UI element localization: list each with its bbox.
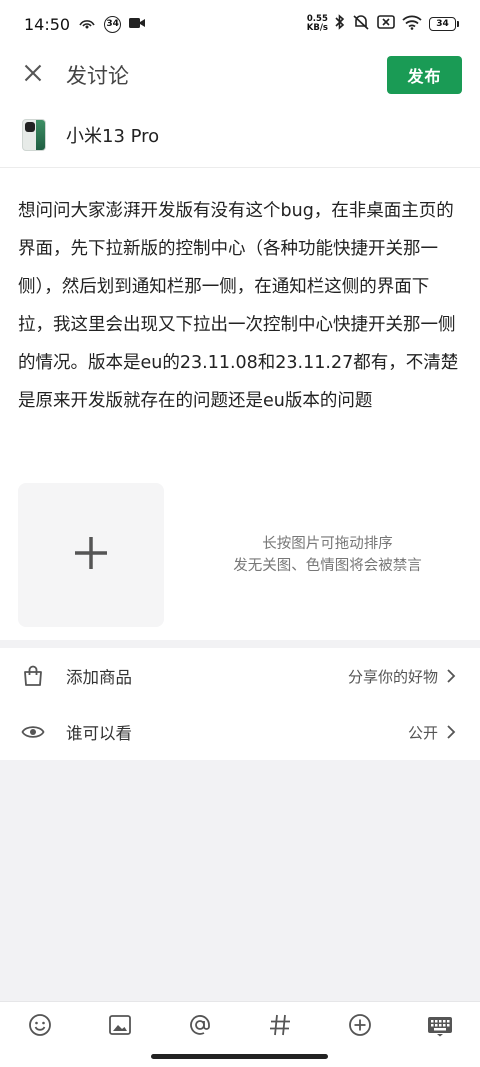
post-options: 添加商品 分享你的好物 谁可以看 公开 xyxy=(0,648,480,760)
video-icon xyxy=(129,15,146,33)
status-time: 14:50 xyxy=(24,14,71,34)
image-icon xyxy=(109,1015,131,1039)
close-button[interactable] xyxy=(18,60,48,90)
eye-icon xyxy=(20,719,46,745)
visibility-row[interactable]: 谁可以看 公开 xyxy=(0,704,480,760)
emoji-button[interactable] xyxy=(25,1012,55,1042)
mute-icon xyxy=(352,14,370,34)
chevron-right-icon xyxy=(446,669,458,683)
add-image-button[interactable] xyxy=(18,483,164,627)
image-hint-line1: 长按图片可拖动排序 xyxy=(262,536,393,552)
no-sim-icon xyxy=(377,15,395,33)
page-title: 发讨论 xyxy=(66,64,129,88)
visibility-value: 公开 xyxy=(407,723,438,742)
hashtag-icon xyxy=(269,1014,291,1040)
status-bar: 14:50 34 0.55 KB/s 34 xyxy=(0,0,480,48)
add-product-label: 添加商品 xyxy=(66,668,132,687)
publish-button[interactable]: 发布 xyxy=(387,56,462,94)
chevron-right-icon xyxy=(446,725,458,739)
add-product-value: 分享你的好物 xyxy=(347,667,438,686)
device-name: 小米13 Pro xyxy=(66,125,160,147)
wifi-icon xyxy=(402,15,422,34)
device-thumbnail xyxy=(22,118,46,151)
close-icon xyxy=(24,64,42,86)
battery-indicator: 34 xyxy=(429,17,459,31)
header: 发讨论 发布 xyxy=(0,48,480,102)
hashtag-button[interactable] xyxy=(265,1012,295,1042)
device-tag-row[interactable]: 小米13 Pro xyxy=(0,102,480,168)
image-upload-hint: 长按图片可拖动排序 发无关图、色情图将会被禁言 xyxy=(190,533,465,577)
post-body-text[interactable]: 想问问大家澎湃开发版有没有这个bug，在非桌面主页的界面，先下拉新版的控制中心（… xyxy=(18,192,464,420)
more-button[interactable] xyxy=(345,1012,375,1042)
image-button[interactable] xyxy=(105,1012,135,1042)
keyboard-button[interactable] xyxy=(425,1012,455,1042)
emoji-icon xyxy=(28,1013,52,1041)
plus-icon xyxy=(73,535,109,575)
image-hint-line2: 发无关图、色情图将会被禁言 xyxy=(233,558,422,574)
hotspot-icon xyxy=(78,15,96,33)
network-speed-unit: KB/s xyxy=(306,23,328,33)
home-indicator[interactable] xyxy=(151,1054,328,1059)
add-circle-icon xyxy=(348,1013,372,1041)
notification-badge: 34 xyxy=(104,15,122,33)
mention-button[interactable] xyxy=(185,1012,215,1042)
post-content-area: 想问问大家澎湃开发版有没有这个bug，在非桌面主页的界面，先下拉新版的控制中心（… xyxy=(0,168,480,640)
network-speed: 0.55 KB/s xyxy=(307,15,328,33)
shopping-bag-icon xyxy=(20,663,46,689)
post-editor-screen: 14:50 34 0.55 KB/s 34 发讨论 发布 小米13 Pro 想问… xyxy=(0,0,480,1067)
keyboard-icon xyxy=(427,1013,453,1041)
mention-icon xyxy=(189,1014,211,1040)
add-product-row[interactable]: 添加商品 分享你的好物 xyxy=(0,648,480,704)
bluetooth-icon xyxy=(335,14,345,34)
visibility-label: 谁可以看 xyxy=(66,724,132,743)
